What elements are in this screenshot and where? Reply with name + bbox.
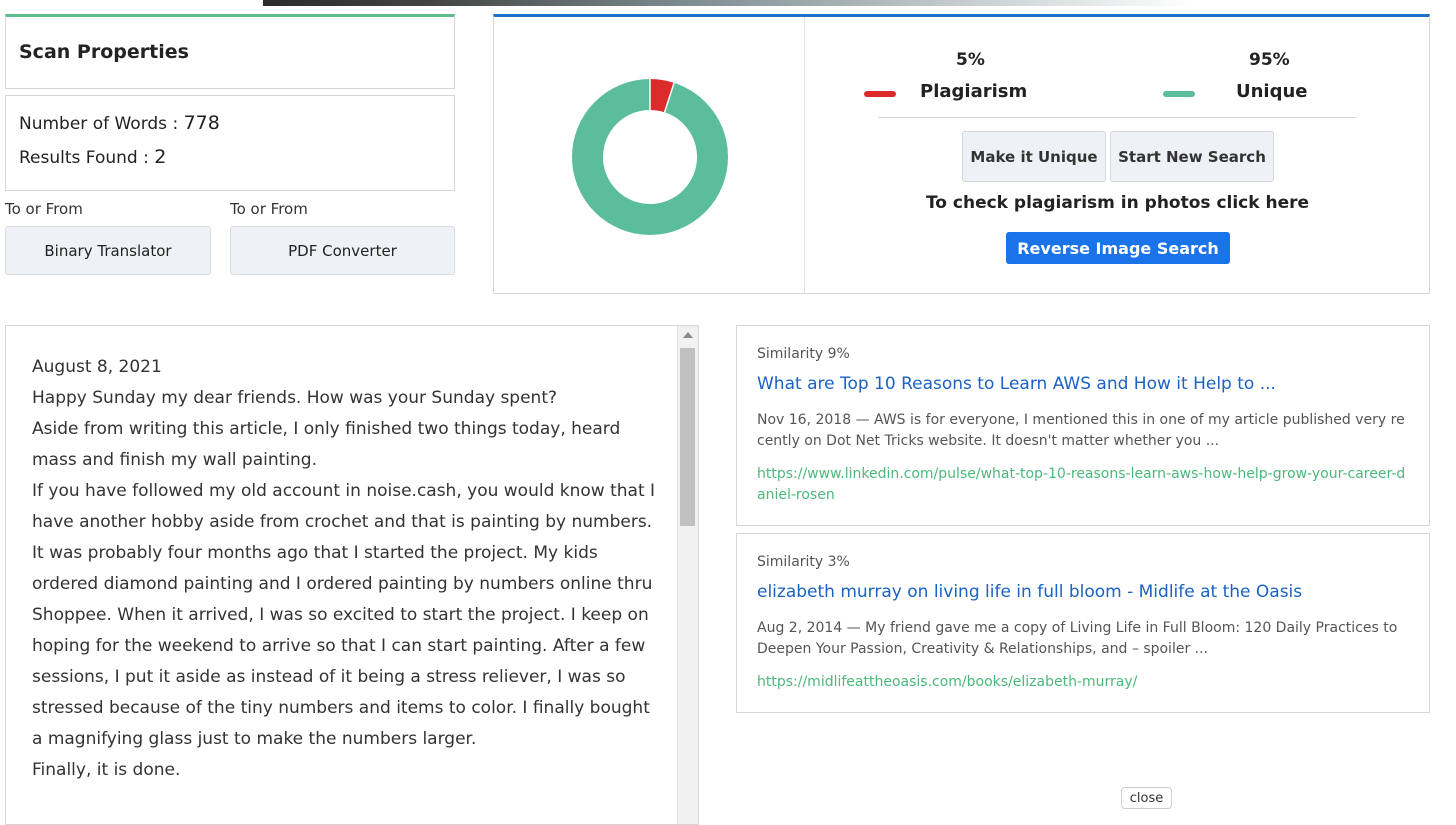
results-found-row: Results Found : 2 — [19, 146, 166, 168]
plagiarism-donut-chart — [572, 79, 728, 235]
unique-legend-label: Unique — [1236, 81, 1308, 102]
unique-slice — [572, 79, 728, 235]
article-line: August 8, 2021 — [32, 357, 162, 377]
result-snippet: Nov 16, 2018 — AWS is for everyone, I me… — [757, 412, 1405, 449]
close-button[interactable]: close — [1121, 787, 1172, 809]
words-count-label: Number of Words : — [19, 114, 184, 134]
scan-stats-panel: Number of Words : 778 Results Found : 2 — [5, 95, 455, 191]
result-card: Similarity 9% What are Top 10 Reasons to… — [736, 325, 1430, 526]
similarity-label: Similarity 3% — [757, 554, 850, 570]
pdf-tool-label: To or From — [230, 200, 308, 218]
unique-percent: 95% — [1249, 50, 1290, 70]
words-count-value: 778 — [183, 112, 220, 134]
scroll-up-arrow-icon[interactable] — [683, 332, 693, 338]
start-new-search-button[interactable]: Start New Search — [1110, 131, 1274, 182]
results-found-label: Results Found : — [19, 148, 155, 168]
scan-properties-title: Scan Properties — [19, 41, 189, 63]
result-card: Similarity 3% elizabeth murray on living… — [736, 533, 1430, 713]
photo-check-text: To check plagiarism in photos click here — [925, 193, 1310, 213]
binary-translator-button[interactable]: Binary Translator — [5, 226, 211, 275]
article-line: It was probably four months ago that I s… — [32, 543, 653, 749]
result-snippet: Aug 2, 2014 — My friend gave me a copy o… — [757, 620, 1398, 657]
scan-result-panel: 5% 95% Plagiarism Unique Make it Unique … — [493, 14, 1430, 294]
pdf-converter-button[interactable]: PDF Converter — [230, 226, 455, 275]
make-it-unique-button[interactable]: Make it Unique — [962, 131, 1106, 182]
plagiarism-legend-swatch — [864, 91, 896, 97]
plagiarism-percent: 5% — [956, 50, 985, 70]
result-title-link[interactable]: elizabeth murray on living life in full … — [757, 582, 1302, 602]
panel-divider — [804, 17, 805, 293]
unique-legend-swatch — [1163, 91, 1195, 97]
legend-divider — [878, 117, 1356, 118]
result-title-link[interactable]: What are Top 10 Reasons to Learn AWS and… — [757, 374, 1276, 394]
article-line: Happy Sunday my dear friends. How was yo… — [32, 388, 558, 408]
result-url-link[interactable]: https://midlifeattheoasis.com/books/eliz… — [757, 672, 1411, 693]
plagiarism-legend-label: Plagiarism — [920, 81, 1028, 102]
result-url-link[interactable]: https://www.linkedin.com/pulse/what-top-… — [757, 464, 1411, 506]
words-count-row: Number of Words : 778 — [19, 112, 220, 134]
scrollbar-thumb[interactable] — [680, 348, 695, 526]
article-line: Finally, it is done. — [32, 760, 181, 780]
top-banner-image — [263, 0, 1193, 6]
article-line: If you have followed my old account in n… — [32, 481, 656, 532]
article-line: Aside from writing this article, I only … — [32, 419, 621, 470]
article-scrollbar[interactable] — [677, 326, 698, 824]
results-found-value: 2 — [154, 146, 167, 168]
reverse-image-search-button[interactable]: Reverse Image Search — [1006, 232, 1230, 264]
scan-properties-panel: Scan Properties — [5, 14, 455, 89]
article-content: August 8, 2021 Happy Sunday my dear frie… — [32, 352, 662, 786]
binary-tool-label: To or From — [5, 200, 83, 218]
article-text-box[interactable]: August 8, 2021 Happy Sunday my dear frie… — [5, 325, 699, 825]
similarity-label: Similarity 9% — [757, 346, 850, 362]
